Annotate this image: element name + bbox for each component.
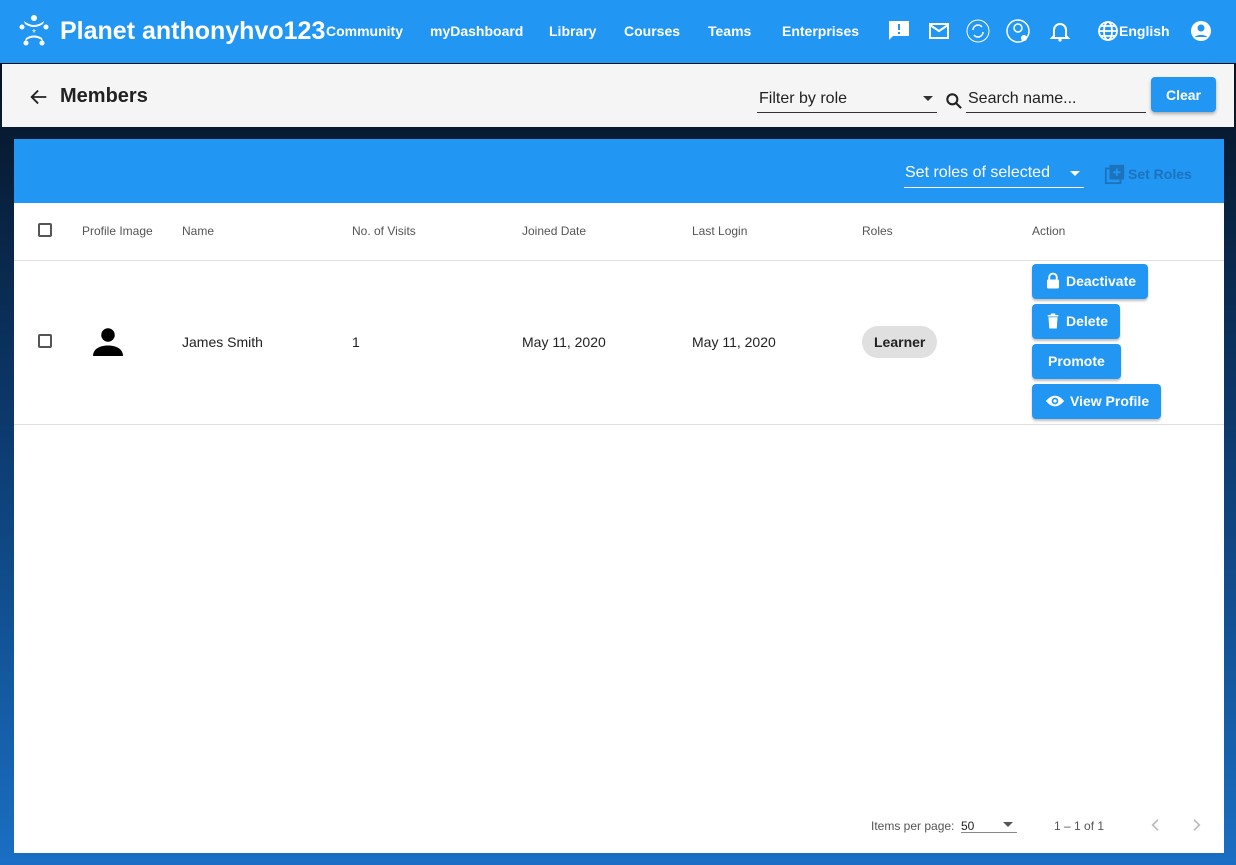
mail-icon[interactable] bbox=[927, 19, 951, 43]
sync-icon[interactable] bbox=[966, 19, 990, 43]
filter-by-role-select[interactable]: Filter by role bbox=[757, 88, 937, 113]
account-icon[interactable] bbox=[1189, 19, 1213, 43]
header-joined-date[interactable]: Joined Date bbox=[522, 203, 692, 261]
promote-label: Promote bbox=[1048, 353, 1105, 369]
role-chip: Learner bbox=[862, 326, 938, 358]
member-visits: 1 bbox=[352, 260, 522, 425]
nav-enterprises[interactable]: Enterprises bbox=[782, 23, 859, 39]
select-all-checkbox[interactable] bbox=[38, 222, 52, 237]
header-action: Action bbox=[1032, 203, 1224, 261]
dropdown-caret-icon bbox=[1003, 822, 1013, 827]
dropdown-caret-icon bbox=[1070, 171, 1080, 176]
items-per-page-label: Items per page: bbox=[871, 819, 955, 833]
search-icon bbox=[946, 93, 962, 109]
member-joined-date: May 11, 2020 bbox=[522, 260, 692, 425]
feedback-icon[interactable] bbox=[887, 19, 911, 43]
nav-courses[interactable]: Courses bbox=[624, 23, 680, 39]
dropdown-caret-icon bbox=[923, 96, 933, 101]
member-name: James Smith bbox=[182, 260, 352, 425]
nav-mydashboard[interactable]: myDashboard bbox=[430, 23, 523, 39]
table-row[interactable]: James Smith 1 May 11, 2020 May 11, 2020 … bbox=[14, 260, 1224, 425]
header-visits[interactable]: No. of Visits bbox=[352, 203, 522, 261]
header-profile-image[interactable]: Profile Image bbox=[82, 203, 182, 261]
notifications-bell-icon[interactable] bbox=[1048, 19, 1072, 43]
search-name-input[interactable]: Search name... bbox=[966, 88, 1146, 113]
set-roles-button[interactable]: Set Roles bbox=[1104, 163, 1192, 185]
items-per-page-select[interactable]: 50 bbox=[961, 813, 1017, 833]
items-per-page-value: 50 bbox=[961, 819, 975, 833]
top-toolbar: * Planet anthonyhvo123 Community myDashb… bbox=[0, 0, 1236, 63]
view-profile-label: View Profile bbox=[1070, 393, 1150, 409]
svg-text:*: * bbox=[32, 28, 36, 39]
header-last-login[interactable]: Last Login bbox=[692, 203, 862, 261]
trash-icon bbox=[1047, 313, 1059, 329]
planet-logo-icon[interactable]: * bbox=[16, 13, 52, 49]
previous-page-chevron-icon[interactable] bbox=[1148, 816, 1164, 834]
delete-label: Delete bbox=[1066, 313, 1109, 329]
nav-teams[interactable]: Teams bbox=[708, 23, 751, 39]
manager-settings-icon[interactable] bbox=[1006, 19, 1030, 43]
deactivate-button[interactable]: Deactivate bbox=[1032, 263, 1149, 299]
header-roles[interactable]: Roles bbox=[862, 203, 1032, 261]
promote-button[interactable]: Promote bbox=[1032, 343, 1121, 379]
members-toolbar: Members Filter by role Search name... Cl… bbox=[2, 64, 1234, 127]
deactivate-label: Deactivate bbox=[1066, 273, 1137, 289]
set-roles-select-label: Set roles of selected bbox=[905, 164, 1050, 181]
members-table-card: Set roles of selected Set Roles Profile … bbox=[14, 139, 1224, 853]
bulk-actions-bar: Set roles of selected Set Roles bbox=[14, 139, 1224, 203]
set-roles-label: Set Roles bbox=[1128, 166, 1192, 182]
filter-label: Filter by role bbox=[759, 90, 848, 107]
page-range-label: 1 – 1 of 1 bbox=[1054, 819, 1105, 833]
profile-image-avatar-icon bbox=[93, 327, 123, 356]
library-add-icon bbox=[1104, 164, 1125, 185]
set-roles-of-selected-select[interactable]: Set roles of selected bbox=[904, 161, 1084, 188]
delete-button[interactable]: Delete bbox=[1032, 303, 1121, 339]
lock-icon bbox=[1047, 272, 1059, 289]
nav-library[interactable]: Library bbox=[549, 23, 596, 39]
table-header-row: Profile Image Name No. of Visits Joined … bbox=[14, 203, 1224, 261]
next-page-chevron-icon[interactable] bbox=[1188, 816, 1204, 834]
header-name[interactable]: Name bbox=[182, 203, 352, 261]
page-title: Members bbox=[60, 85, 148, 107]
view-profile-button[interactable]: View Profile bbox=[1032, 383, 1162, 419]
nav-community[interactable]: Community bbox=[326, 23, 403, 39]
globe-icon[interactable] bbox=[1096, 19, 1120, 43]
clear-button[interactable]: Clear bbox=[1151, 77, 1216, 112]
row-checkbox[interactable] bbox=[38, 333, 52, 348]
back-arrow-icon[interactable] bbox=[28, 86, 50, 108]
language-selector[interactable]: English bbox=[1119, 23, 1170, 39]
member-last-login: May 11, 2020 bbox=[692, 260, 862, 425]
app-title[interactable]: Planet anthonyhvo123 bbox=[60, 17, 325, 46]
members-table: Profile Image Name No. of Visits Joined … bbox=[14, 203, 1224, 425]
eye-icon bbox=[1045, 395, 1065, 407]
